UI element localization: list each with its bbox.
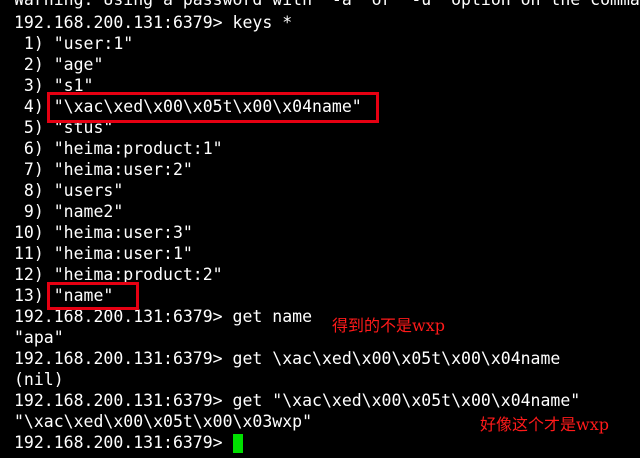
key-list-item: 6) "heima:product:1" xyxy=(14,139,223,158)
get-unquoted-result: (nil) xyxy=(14,370,64,389)
current-prompt[interactable]: 192.168.200.131:6379> xyxy=(14,432,233,453)
prompt-keys-command: 192.168.200.131:6379> keys * xyxy=(14,13,293,32)
terminal-cursor xyxy=(233,434,243,453)
key-list-item: 2) "age" xyxy=(14,55,104,74)
key-list-item: 9) "name2" xyxy=(14,202,124,221)
get-name-result: "apa" xyxy=(14,328,64,347)
key-list-item: 8) "users" xyxy=(14,181,124,200)
key-list-item: 1) "user:1" xyxy=(14,34,134,53)
key-list-item: 10) "heima:user:3" xyxy=(14,223,193,242)
key-list-item: 11) "heima:user:1" xyxy=(14,244,193,263)
get-quoted-result: "\xac\xed\x00\x05t\x00\x03wxp" xyxy=(14,412,313,431)
annotation-not-wxp: 得到的不是wxp xyxy=(332,316,445,335)
warning-line: Warning: Using a password with '-a' or '… xyxy=(14,0,640,10)
highlight-box-serialized-key xyxy=(47,92,379,123)
annotation-this-is-wxp: 好像这个才是wxp xyxy=(480,415,609,434)
prompt-get-unquoted-command: 192.168.200.131:6379> get \xac\xed\x00\x… xyxy=(14,349,561,368)
key-list-item: 7) "heima:user:2" xyxy=(14,160,193,179)
terminal-window[interactable]: Warning: Using a password with '-a' or '… xyxy=(0,0,640,458)
prompt-get-quoted-command: 192.168.200.131:6379> get "\xac\xed\x00\… xyxy=(14,391,581,410)
highlight-box-name-key xyxy=(47,282,139,310)
